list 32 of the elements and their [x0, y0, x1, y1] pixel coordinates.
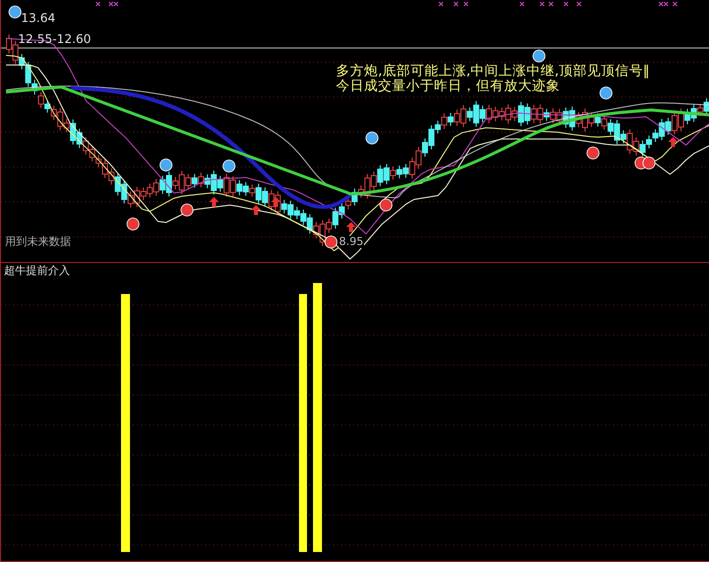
top-signal-ball-icon	[160, 158, 172, 172]
cross-marker-icon	[539, 1, 545, 7]
top-signal-ball-icon	[222, 160, 236, 172]
price-range-label: 12.55-12.60	[18, 33, 92, 46]
bottom-signal-ball-icon	[380, 198, 392, 212]
indicator-title: 超牛提前介入	[4, 265, 70, 278]
cross-marker-icon	[576, 1, 582, 7]
bottom-signal-ball-icon	[126, 218, 140, 230]
future-data-note: 用到未来数据	[5, 236, 71, 248]
top-signal-ball-icon	[600, 86, 612, 100]
cross-marker-icon	[95, 1, 101, 7]
bottom-signal-ball-icon	[180, 204, 194, 216]
top-signal-ball-icon	[8, 6, 22, 18]
cross-marker-icon	[563, 1, 569, 7]
bottom-signal-ball-icon	[324, 236, 338, 248]
cross-marker-icon	[548, 1, 554, 7]
bottom-signal-ball-icon	[586, 146, 600, 160]
signal-description-text: 今日成交量小于昨日，但有放大迹象	[336, 79, 560, 94]
cross-marker-icon	[463, 1, 469, 7]
high-price-label: 13.64	[21, 12, 56, 26]
cross-marker-icon	[519, 1, 525, 7]
cross-marker-icon	[438, 1, 444, 7]
signal-description-text: 多方炮,底部可能上涨,中间上涨中继,顶部见顶信号‖	[336, 64, 650, 79]
low-price-label: 8.95	[339, 236, 364, 248]
cross-marker-icon	[453, 1, 459, 7]
up-arrow-icon	[209, 197, 219, 207]
bottom-signal-ball-icon	[642, 156, 656, 170]
top-signal-ball-icon	[532, 50, 546, 62]
up-arrow-icon	[668, 137, 678, 147]
up-arrow-icon	[346, 222, 356, 232]
top-signal-ball-icon	[366, 132, 378, 144]
cross-marker-icon	[672, 1, 678, 7]
